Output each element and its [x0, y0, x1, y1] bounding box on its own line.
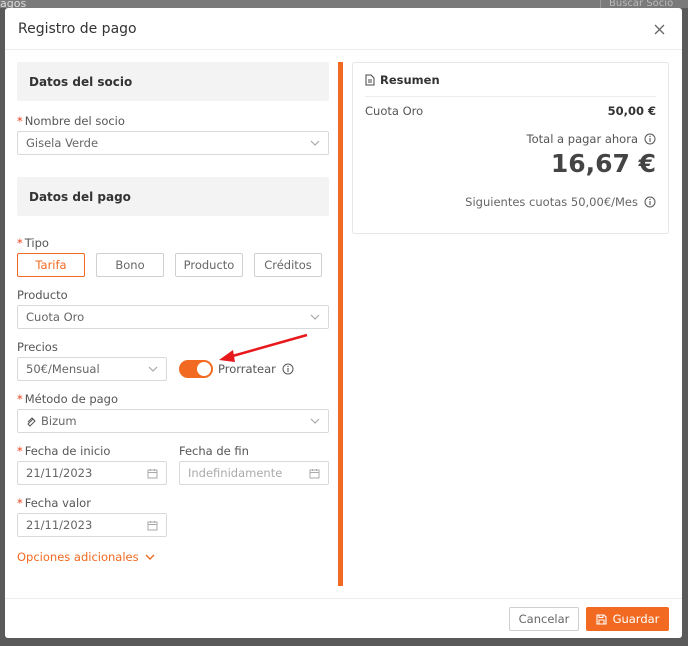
summary-title-text: Resumen — [380, 72, 440, 87]
bizum-icon — [27, 416, 36, 427]
modal-header: Registro de pago — [5, 8, 682, 50]
prices-value: 50€/Mensual — [26, 362, 100, 376]
prices-select[interactable]: 50€/Mensual — [17, 357, 167, 381]
product-select[interactable]: Cuota Oro — [17, 305, 329, 329]
payment-method-select[interactable]: Bizum — [17, 409, 329, 433]
cancel-button[interactable]: Cancelar — [509, 607, 579, 631]
summary-item-row: Cuota Oro 50,00 € — [365, 104, 656, 118]
start-date-value: 21/11/2023 — [26, 466, 93, 480]
additional-options-label: Opciones adicionales — [17, 550, 139, 564]
payment-method-value: Bizum — [41, 414, 77, 428]
member-name-label: * Nombre del socio — [17, 114, 125, 128]
chevron-down-icon — [310, 314, 320, 320]
chevron-down-icon — [310, 140, 320, 146]
chevron-down-icon — [145, 554, 155, 560]
modal-footer: Cancelar Guardar — [5, 598, 682, 638]
end-date-placeholder: Indefinidamente — [188, 466, 283, 480]
product-label: Producto — [17, 288, 68, 302]
member-name-value: Gisela Verde — [26, 136, 99, 150]
calendar-icon — [147, 520, 158, 530]
end-date-input[interactable]: Indefinidamente — [179, 461, 329, 485]
summary-item-name: Cuota Oro — [365, 104, 424, 118]
section-payment: Datos del pago — [17, 177, 329, 216]
close-icon — [654, 24, 664, 34]
total-amount: 16,67 € — [550, 149, 656, 178]
annotation-arrow-icon — [219, 333, 308, 362]
toggle-knob — [197, 362, 211, 376]
next-fees: Siguientes cuotas 50,00€/Mes — [365, 195, 656, 209]
start-date-label: * Fecha de inicio — [17, 444, 111, 458]
type-button-producto[interactable]: Producto — [175, 253, 243, 277]
value-date-label: * Fecha valor — [17, 496, 91, 510]
calendar-icon — [309, 468, 320, 478]
document-icon — [365, 74, 375, 85]
prorate-toggle[interactable] — [179, 360, 213, 378]
type-button-tarifa[interactable]: Tarifa — [17, 253, 85, 277]
summary-item-price: 50,00 € — [607, 104, 656, 118]
save-button[interactable]: Guardar — [586, 607, 669, 631]
modal-title: Registro de pago — [18, 20, 137, 37]
type-label: * Tipo — [17, 236, 49, 250]
payment-method-label: * Método de pago — [17, 392, 118, 406]
summary-title: Resumen — [365, 63, 656, 97]
summary-panel: Resumen Cuota Oro 50,00 € Total a pagar … — [352, 62, 669, 234]
additional-options-toggle[interactable]: Opciones adicionales — [17, 550, 155, 564]
chevron-down-icon — [310, 418, 320, 424]
calendar-icon — [147, 468, 158, 478]
close-button[interactable] — [650, 20, 668, 38]
product-value: Cuota Oro — [26, 310, 85, 324]
info-icon[interactable] — [644, 196, 656, 208]
section-member: Datos del socio — [17, 62, 329, 101]
save-label: Guardar — [612, 612, 660, 626]
member-name-select[interactable]: Gisela Verde — [17, 131, 329, 155]
chevron-down-icon — [148, 366, 158, 372]
save-icon — [596, 613, 607, 625]
value-date-value: 21/11/2023 — [26, 518, 93, 532]
value-date-input[interactable]: 21/11/2023 — [17, 513, 167, 537]
backdrop — [0, 0, 688, 8]
type-button-group: Tarifa Bono Producto Créditos — [17, 253, 329, 277]
info-icon[interactable] — [644, 133, 656, 145]
type-button-bono[interactable]: Bono — [96, 253, 164, 277]
total-label: Total a pagar ahora — [365, 132, 656, 146]
type-button-creditos[interactable]: Créditos — [254, 253, 322, 277]
payment-modal: Registro de pago Datos del socio * Nombre… — [5, 8, 682, 638]
end-date-label: Fecha de fin — [179, 444, 249, 458]
column-divider — [338, 62, 343, 586]
start-date-input[interactable]: 21/11/2023 — [17, 461, 167, 485]
